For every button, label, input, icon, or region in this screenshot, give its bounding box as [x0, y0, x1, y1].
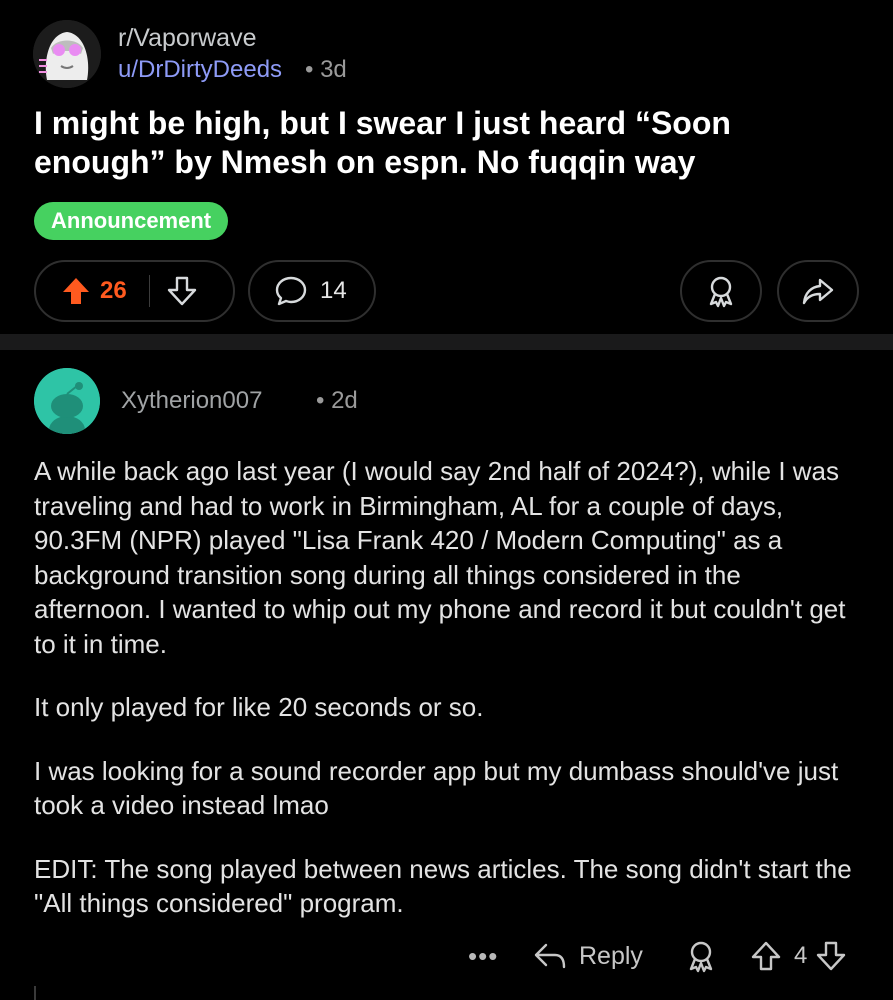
post-time: • 3d: [305, 56, 347, 83]
comment-author[interactable]: Xytherion007: [121, 387, 262, 415]
comment-vote-bar: 4: [750, 936, 847, 976]
comment-icon: [274, 274, 308, 308]
vote-divider: [148, 275, 150, 307]
downvote-icon[interactable]: [166, 275, 198, 307]
award-icon: [684, 939, 718, 973]
user-avatar[interactable]: [34, 368, 100, 434]
post-flair[interactable]: Announcement: [34, 202, 229, 240]
post-author[interactable]: u/DrDirtyDeeds: [118, 56, 282, 84]
comment-paragraph: It only played for like 20 seconds or so…: [34, 692, 484, 722]
comment-paragraph: A while back ago last year (I would say …: [34, 456, 846, 659]
reply-button[interactable]: Reply: [533, 936, 643, 976]
section-divider: [0, 334, 893, 350]
subreddit-avatar[interactable]: [33, 20, 101, 88]
more-options-button[interactable]: •••: [468, 936, 498, 976]
share-icon: [801, 274, 835, 308]
upvote-icon[interactable]: [750, 940, 782, 972]
comment: Xytherion007 • 2d A while back ago last …: [0, 350, 893, 1000]
upvote-icon[interactable]: [60, 275, 92, 307]
share-button[interactable]: [777, 260, 859, 322]
reply-icon: [533, 941, 579, 971]
post-header: r/Vaporwave u/DrDirtyDeeds • 3d I might …: [0, 0, 893, 334]
subreddit-name[interactable]: r/Vaporwave: [118, 24, 257, 53]
thread-line: [34, 986, 36, 1000]
comment-paragraph: I was looking for a sound recorder app b…: [34, 755, 839, 821]
post-title[interactable]: I might be high, but I swear I just hear…: [34, 104, 854, 182]
upvote-count: 26: [100, 277, 127, 304]
comment-vote-count: 4: [794, 942, 808, 969]
comment-count: 14: [320, 277, 347, 304]
comment-paragraph: EDIT: The song played between news artic…: [34, 853, 852, 919]
award-button[interactable]: [680, 260, 762, 322]
comment-body: A while back ago last year (I would say …: [34, 454, 864, 950]
more-icon: •••: [468, 940, 499, 971]
reply-label: Reply: [579, 941, 643, 970]
snoo-avatar-image: [34, 368, 100, 434]
downvote-icon[interactable]: [815, 940, 847, 972]
comments-button[interactable]: 14: [248, 260, 376, 322]
subreddit-avatar-image: [33, 20, 101, 88]
post-vote-bar: 26: [34, 260, 235, 322]
award-icon: [704, 274, 738, 308]
comment-award-button[interactable]: [684, 936, 718, 976]
comment-time: • 2d: [316, 387, 358, 414]
